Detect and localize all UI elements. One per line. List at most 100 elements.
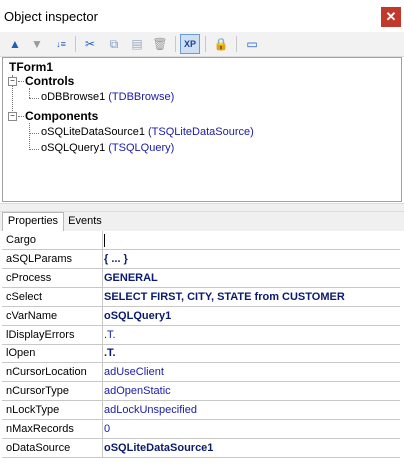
property-row[interactable]: cProcess GENERAL [2, 268, 400, 288]
property-row[interactable]: oDataSource oSQLiteDataSource1 [2, 438, 400, 458]
property-value[interactable]: oSQLiteDataSource1 [104, 439, 398, 457]
tree-item-class: (TDBBrowse) [108, 91, 175, 103]
property-value-text: oSQLiteDataSource1 [104, 441, 214, 454]
window-icon[interactable]: ▭ [242, 34, 262, 54]
property-value-text: adUseClient [104, 366, 164, 379]
tree-item-dbbrowse[interactable]: oDBBrowse1 (TDBBrowse) [41, 91, 174, 103]
lock-icon-glyph: 🔒 [213, 37, 229, 51]
tree-group-controls[interactable]: Controls [25, 74, 74, 88]
property-row[interactable]: Cargo [2, 231, 400, 250]
text-cursor [104, 233, 105, 247]
lock-icon[interactable]: 🔒 [211, 34, 231, 54]
property-value[interactable]: adLockUnspecified [104, 401, 398, 419]
property-row[interactable]: cSelect SELECT FIRST, CITY, STATE from CU… [2, 287, 400, 307]
toolbar-separator [75, 36, 76, 52]
property-name: cSelect [2, 287, 103, 306]
cut-icon-glyph: ✂ [84, 37, 96, 51]
property-name: oDataSource [2, 438, 103, 457]
property-value[interactable]: SELECT FIRST, CITY, STATE from CUSTOMER [104, 288, 398, 306]
window-icon-glyph: ▭ [246, 37, 258, 51]
property-value[interactable]: { ... } [104, 250, 398, 268]
tree-item-object: oSQLiteDataSource1 [41, 126, 145, 138]
property-name: nLockType [2, 401, 103, 420]
property-row[interactable]: nMaxRecords 0 [2, 420, 400, 439]
move-up-icon[interactable]: ▲ [5, 34, 25, 54]
tab-properties[interactable]: Properties [2, 212, 64, 232]
property-row[interactable]: lDisplayErrors .T. [2, 325, 400, 345]
property-value[interactable]: adOpenStatic [104, 382, 398, 400]
tab-events[interactable]: Events [64, 213, 106, 230]
property-row[interactable]: nLockType adLockUnspecified [2, 401, 400, 421]
window-title: Object inspector [4, 9, 98, 24]
collapse-icon[interactable]: − [8, 77, 17, 86]
component-tree[interactable]: TForm1 − Controls oDBBrowse1 (TDBBrowse)… [2, 57, 402, 202]
property-value-text: adLockUnspecified [104, 404, 197, 417]
property-value-text: 0 [104, 423, 111, 435]
property-value-text: oSQLQuery1 [104, 309, 172, 322]
property-value[interactable]: oSQLQuery1 [104, 307, 398, 325]
property-name: cVarName [2, 306, 103, 325]
collapse-icon[interactable]: − [8, 112, 17, 121]
property-name: Cargo [2, 231, 103, 249]
tree-item-object: oDBBrowse1 [41, 91, 106, 103]
tree-item-class: (TSQLiteDataSource) [148, 126, 254, 138]
toolbar-separator [205, 36, 206, 52]
property-row[interactable]: aSQLParams{ ... } [2, 249, 400, 269]
title-bar: Object inspector ✕ [0, 0, 404, 30]
move-down-icon[interactable]: ▼ [27, 34, 47, 54]
xp-style-icon-glyph: XP [183, 39, 196, 49]
close-button[interactable]: ✕ [381, 7, 401, 27]
tree-item-sqlitedatasource[interactable]: oSQLiteDataSource1 (TSQLiteDataSource) [41, 126, 254, 138]
property-value[interactable]: 0 [104, 420, 398, 438]
toolbar: ▲ ▼ ↓≡ ✂ ⧉ ▤ 🗑 XP 🔒 ▭ [0, 32, 404, 57]
property-row[interactable]: lOpen .T. [2, 344, 400, 364]
tree-connector [18, 116, 24, 117]
property-value-text: GENERAL [104, 271, 158, 284]
property-name: nCursorLocation [2, 363, 103, 382]
property-value-text: .T. [104, 347, 116, 360]
property-name: nCursorType [2, 382, 103, 401]
move-up-icon-glyph: ▲ [9, 37, 21, 51]
tree-connector [29, 88, 30, 98]
delete-icon-glyph: 🗑 [152, 37, 168, 51]
tree-connector [29, 149, 39, 150]
property-value[interactable]: .T. [104, 326, 398, 344]
property-row[interactable]: nCursorType adOpenStatic [2, 382, 400, 402]
delete-icon[interactable]: 🗑 [150, 34, 170, 54]
tree-connector [29, 133, 39, 134]
paste-icon-glyph: ▤ [131, 37, 143, 51]
copy-icon[interactable]: ⧉ [104, 34, 124, 54]
close-icon: ✕ [385, 9, 397, 24]
property-value[interactable] [104, 231, 398, 249]
tree-connector [29, 98, 39, 99]
property-value[interactable]: .T. [104, 344, 398, 362]
toolbar-separator [236, 36, 237, 52]
property-grid: Cargo aSQLParams{ ... } cProcess GENERAL cSe… [2, 231, 400, 470]
tree-item-object: oSQLQuery1 [41, 142, 106, 154]
tree-connector [29, 123, 30, 150]
tree-item-sqlquery[interactable]: oSQLQuery1 (TSQLQuery) [41, 142, 174, 154]
property-row[interactable]: nCursorLocation adUseClient [2, 363, 400, 383]
property-value-text: .T. [104, 328, 116, 341]
xp-style-icon[interactable]: XP [180, 34, 200, 54]
property-name: aSQLParams [2, 249, 103, 268]
splitter-handle[interactable] [0, 203, 404, 212]
property-name: lOpen [2, 344, 103, 363]
property-value-text: adOpenStatic [104, 385, 171, 398]
property-value-text: SELECT FIRST, CITY, STATE from CUSTOMER [104, 290, 345, 303]
property-name: cProcess [2, 268, 103, 287]
property-value-text: { ... } [104, 252, 128, 265]
toolbar-separator [175, 36, 176, 52]
property-name: lDisplayErrors [2, 325, 103, 344]
property-value[interactable]: adUseClient [104, 363, 398, 381]
tree-connector [18, 81, 24, 82]
paste-icon[interactable]: ▤ [127, 34, 147, 54]
property-value[interactable]: GENERAL [104, 269, 398, 287]
tree-root[interactable]: TForm1 [9, 60, 53, 74]
tree-group-components[interactable]: Components [25, 109, 98, 123]
sort-icon-glyph: ↓≡ [56, 39, 66, 49]
sort-icon[interactable]: ↓≡ [51, 34, 71, 54]
cut-icon[interactable]: ✂ [80, 34, 100, 54]
property-row[interactable]: cVarName oSQLQuery1 [2, 306, 400, 326]
property-name: nMaxRecords [2, 420, 103, 438]
